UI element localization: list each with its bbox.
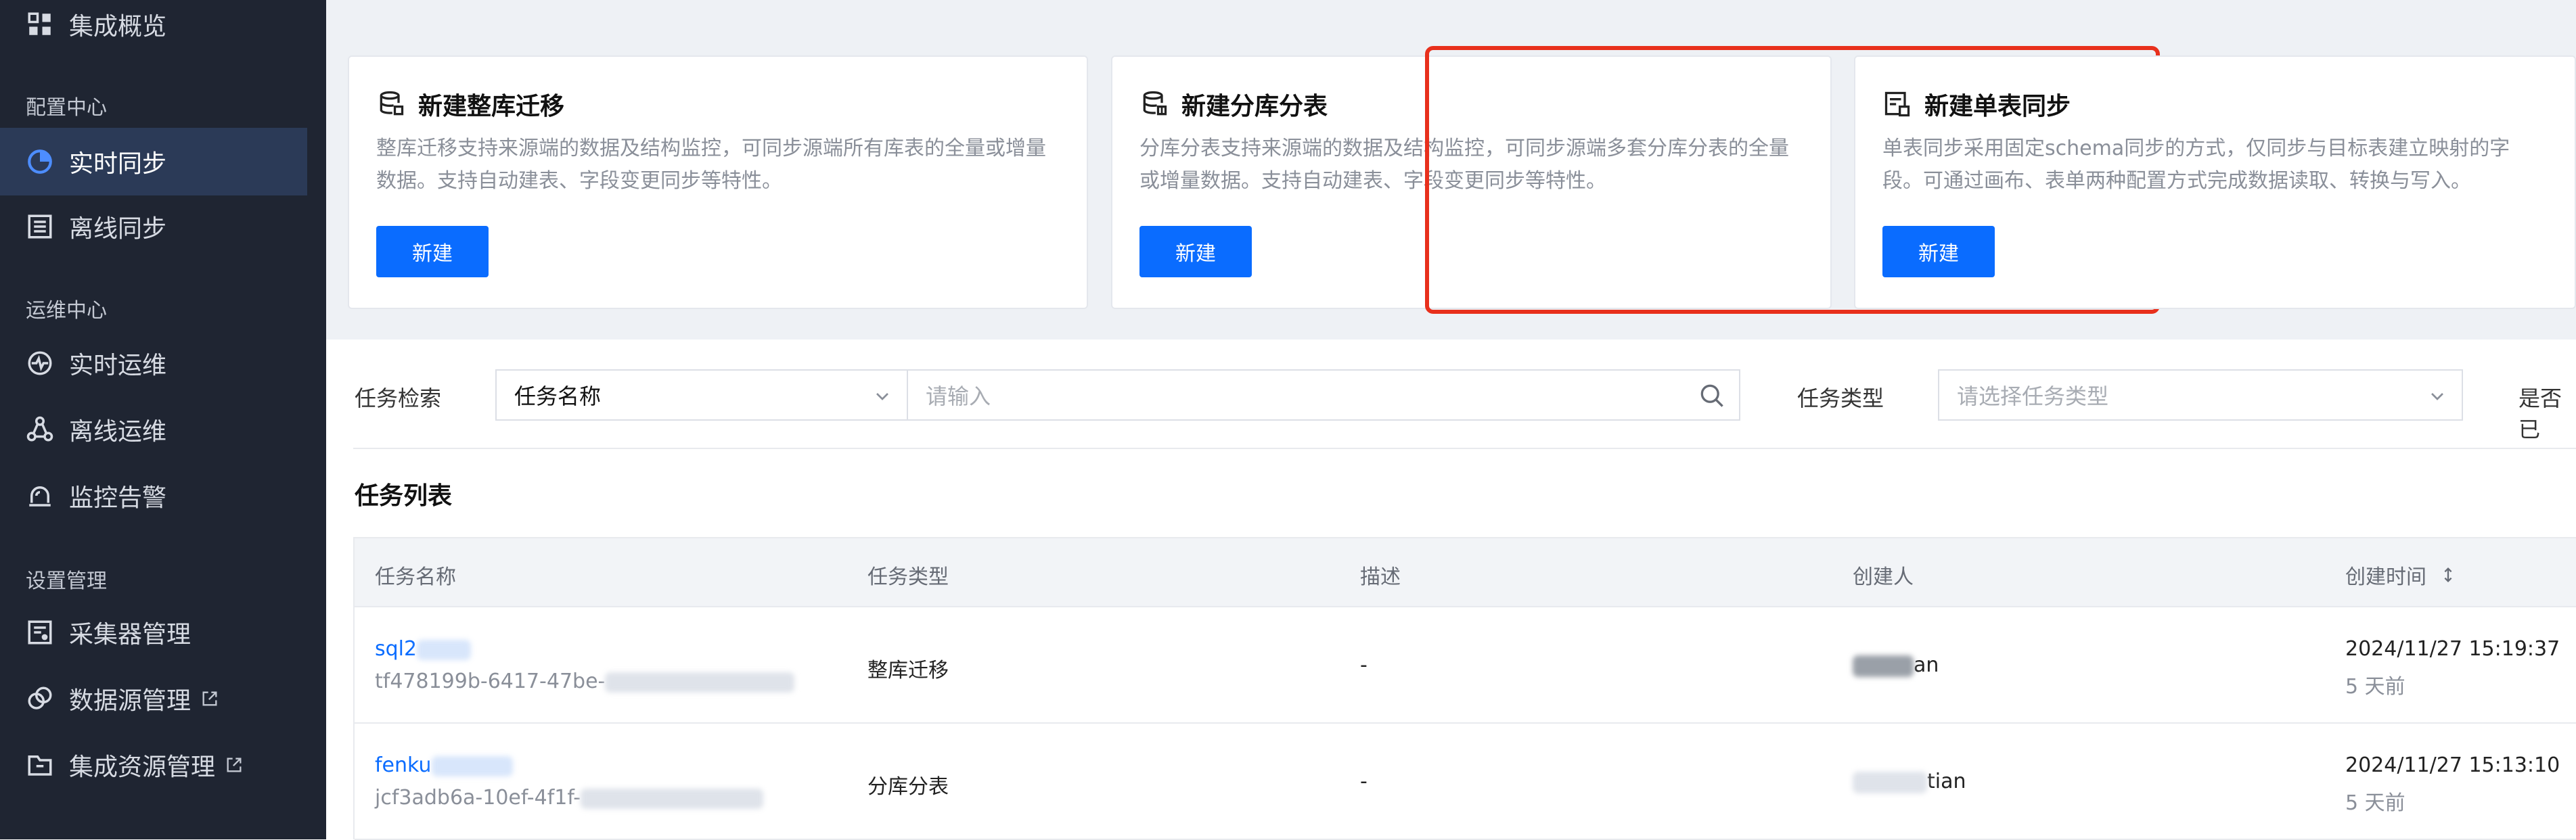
external-link-icon [200,689,219,708]
section-settings: 设置管理 [26,569,107,593]
datasource-icon [26,684,54,713]
main-content: 新建整库迁移 整库迁移支持来源端的数据及结构监控，可同步源端所有库表的全量或增量… [326,0,2576,840]
sidebar-item-label: 离线同步 [69,215,167,243]
folder-icon [26,751,54,779]
task-type: 分库分表 [867,775,949,799]
sidebar-item-realtime-ops[interactable]: 实时运维 [0,329,307,397]
sidebar-item-datasource[interactable]: 数据源管理 [0,665,307,732]
section-config-center: 配置中心 [26,96,107,120]
pulse-icon [26,349,54,377]
task-name-link[interactable]: sql2 [375,637,472,661]
card-description: 分库分表支持来源端的数据及结构监控，可同步源端多套分库分表的全量或增量数据。支持… [1139,137,1789,193]
task-desc: - [1360,653,1368,677]
task-type-label: 任务类型 [1797,386,1884,411]
sidebar-item-overview[interactable]: 集成概览 [0,0,307,58]
new-sharding-button[interactable]: 新建 [1139,226,1252,277]
card-title: 新建整库迁移 [418,93,565,120]
card-single-table-sync: 新建单表同步 单表同步采用固定schema同步的方式，仅同步与目标表建立映射的字… [1854,55,2576,309]
sidebar-item-label: 集成概览 [69,13,167,41]
redacted-text [417,639,472,660]
card-full-db-migration: 新建整库迁移 整库迁移支持来源端的数据及结构监控，可同步源端所有库表的全量或增量… [348,55,1088,309]
table-header: 任务名称 任务类型 描述 创建人 创建时间 [355,537,2576,607]
sidebar-item-offline-sync[interactable]: 离线同步 [0,193,307,260]
task-type: 整库迁移 [867,659,949,682]
card-title: 新建单表同步 [1924,93,2071,120]
task-created-time: 2024/11/27 15:13:10 [2345,753,2560,777]
sidebar-item-collector[interactable]: 采集器管理 [0,599,307,666]
sidebar: 集成概览 配置中心 实时同步 离线同步 运维中心 实时运维 离线运维 监控告警 … [0,0,326,839]
task-type-placeholder: 请选择任务类型 [1957,383,2109,409]
chevron-down-icon [2426,386,2448,407]
new-full-db-migration-button[interactable]: 新建 [376,226,489,277]
task-creator: an [1853,653,1939,677]
new-single-table-sync-button[interactable]: 新建 [1882,226,1995,277]
database-split-icon [1139,89,1169,119]
task-name-link[interactable]: fenku [375,753,513,777]
table-sync-icon [1882,89,1912,119]
table-row: fenku jcf3adb6a-10ef-4f1f- 分库分表 - tian 2… [355,724,2576,840]
table-row: sql2 tf478199b-6417-47be- 整库迁移 - an 2024… [355,607,2576,724]
nodes-icon [26,415,54,444]
sidebar-item-label: 离线运维 [69,418,167,446]
column-header-creator: 创建人 [1853,565,1914,589]
task-desc: - [1360,770,1368,793]
redacted-text [605,672,795,693]
search-field-select[interactable]: 任务名称 [495,369,908,421]
redacted-text [1853,771,1927,793]
section-ops-center: 运维中心 [26,299,107,323]
search-field-value: 任务名称 [514,383,602,409]
card-title: 新建分库分表 [1181,93,1328,120]
divider [353,448,2576,449]
column-header-desc: 描述 [1360,565,1401,589]
redacted-text [1853,655,1914,677]
sidebar-item-monitoring[interactable]: 监控告警 [0,462,307,530]
task-creator: tian [1853,770,1966,793]
external-link-icon [225,755,244,774]
grid-icon [26,10,54,39]
sidebar-item-label: 数据源管理 [69,687,191,715]
card-sharding: 新建分库分表 分库分表支持来源端的数据及结构监控，可同步源端多套分库分表的全量或… [1111,55,1832,309]
search-placeholder: 请输入 [926,383,991,409]
sidebar-item-label: 监控告警 [69,484,167,512]
card-description: 单表同步采用固定schema同步的方式，仅同步与目标表建立映射的字段。可通过画布… [1882,137,2510,193]
list-icon [26,212,54,241]
column-header-type: 任务类型 [867,565,949,589]
sidebar-item-label: 实时同步 [69,150,167,178]
task-created-ago: 5 天前 [2345,675,2405,699]
task-id: jcf3adb6a-10ef-4f1f- [375,786,764,810]
collector-icon [26,618,54,647]
task-table: 任务名称 任务类型 描述 创建人 创建时间 sql2 tf478199b-641… [353,537,2576,840]
sidebar-item-resources[interactable]: 集成资源管理 [0,731,307,799]
search-input[interactable]: 请输入 [907,369,1740,421]
task-created-ago: 5 天前 [2345,791,2405,815]
task-list-title: 任务列表 [355,482,453,510]
task-search-label: 任务检索 [355,386,442,411]
sidebar-item-label: 集成资源管理 [69,753,216,781]
database-icon [376,89,406,119]
task-id: tf478199b-6417-47be- [375,670,795,693]
filter-label-truncated: 是否已 [2518,386,2562,442]
pie-clock-icon [26,147,54,176]
sidebar-item-label: 采集器管理 [69,621,191,649]
sidebar-item-realtime-sync[interactable]: 实时同步 [0,128,307,195]
card-description: 整库迁移支持来源端的数据及结构监控，可同步源端所有库表的全量或增量数据。支持自动… [376,137,1046,193]
task-panel: 任务检索 任务名称 请输入 任务类型 请选择任务类型 是否已 任务列表 任务名称… [326,340,2576,840]
redacted-text [431,755,513,776]
chevron-down-icon [872,386,893,407]
column-header-created-time[interactable]: 创建时间 [2345,560,2458,590]
redacted-text [581,788,764,809]
sidebar-item-label: 实时运维 [69,352,167,379]
column-header-name: 任务名称 [375,565,456,589]
search-icon[interactable] [1697,381,1727,411]
alarm-icon [26,482,54,510]
task-type-select[interactable]: 请选择任务类型 [1938,369,2463,421]
sort-icon[interactable] [2439,565,2458,584]
task-created-time: 2024/11/27 15:19:37 [2345,637,2560,661]
sidebar-item-offline-ops[interactable]: 离线运维 [0,396,307,463]
